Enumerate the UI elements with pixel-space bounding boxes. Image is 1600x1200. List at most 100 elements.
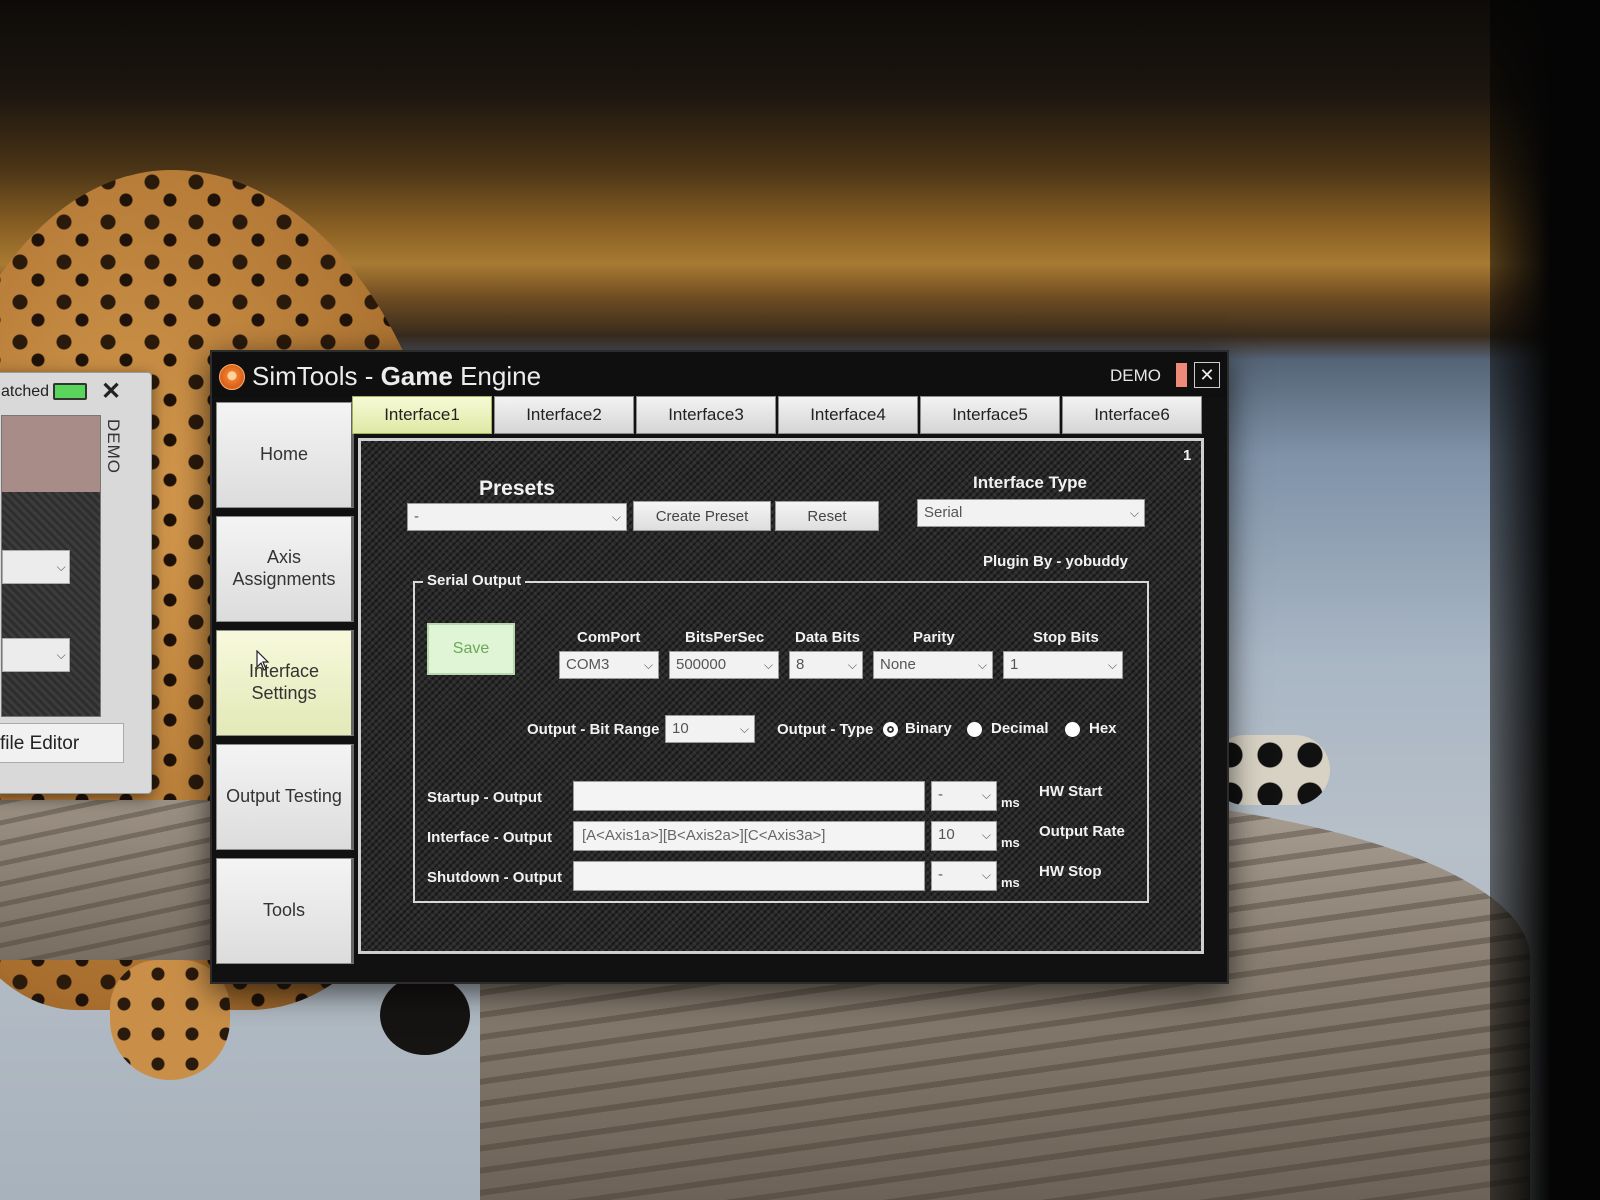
ms-unit: ms [1001,835,1020,850]
title-bar[interactable]: SimTools - Game Engine DEMO ✕ [212,352,1227,398]
interface-output-field[interactable]: [A<Axis1a>][B<Axis2a>][C<Axis3a>] [573,821,925,851]
leopard-tail-end [380,975,470,1055]
startup-output-label: Startup - Output [427,789,542,806]
shutdown-output-label: Shutdown - Output [427,869,562,886]
comport-value: COM3 [566,656,610,673]
chevron-down-icon: ⌵ [977,658,987,672]
demo-indicator [1176,363,1187,387]
tab-interface2[interactable]: Interface2 [494,396,634,434]
shutdown-output-field[interactable] [573,861,925,891]
bitspersec-label: BitsPerSec [685,629,765,646]
chevron-down-icon: ⌵ [981,868,991,882]
output-type-label: Output - Type [777,721,874,738]
data-bits-label: Data Bits [795,629,861,646]
monitor-bezel [1490,0,1600,1200]
data-bits-dropdown[interactable]: 8 ⌵ [789,651,863,679]
comport-dropdown[interactable]: COM3 ⌵ [559,651,659,679]
sidebar-item-axis-assignments[interactable]: Axis Assignments [216,516,354,622]
radio-hex[interactable] [1065,722,1080,737]
simtools-window: SimTools - Game Engine DEMO ✕ Home Axis … [210,350,1229,984]
startup-ms-dropdown[interactable]: - ⌵ [931,781,997,811]
radio-binary-label: Binary [905,720,952,737]
sidebar-item-interface-settings[interactable]: Interface Settings [216,630,354,736]
chevron-down-icon: ⌵ [56,560,69,574]
serial-output-group: Serial Output Save ComPort COM3 ⌵ BitsPe… [413,572,1149,903]
ms-unit: ms [1001,795,1020,810]
sidebar-item-tools[interactable]: Tools [216,858,354,964]
serial-output-title: Serial Output [423,572,526,589]
background-window-panel: ⌵ ⌵ [1,415,101,717]
parity-label: Parity [913,629,955,646]
window-title: SimTools - Game Engine [252,361,542,391]
chevron-down-icon: ⌵ [643,658,653,672]
chevron-down-icon: ⌵ [739,722,749,736]
bitspersec-value: 500000 [676,656,727,673]
tab-interface6[interactable]: Interface6 [1062,396,1202,434]
interface-ms-dropdown[interactable]: 10 ⌵ [931,821,997,851]
hw-start-label: HW Start [1039,783,1103,800]
chevron-down-icon: ⌵ [763,658,773,672]
save-button[interactable]: Save [427,623,515,675]
shutdown-ms-value: - [938,866,943,883]
stop-bits-dropdown[interactable]: 1 ⌵ [1003,651,1123,679]
dropdown[interactable]: ⌵ [2,550,70,584]
presets-value: - [414,508,419,525]
status-led [53,383,87,400]
chevron-down-icon: ⌵ [1107,658,1117,672]
chevron-down-icon: ⌵ [981,828,991,842]
close-button[interactable]: ✕ [1194,362,1220,388]
chevron-down-icon: ⌵ [981,788,991,802]
close-icon[interactable]: ✕ [101,377,121,406]
interface-ms-value: 10 [938,826,955,843]
parity-dropdown[interactable]: None ⌵ [873,651,993,679]
presets-dropdown[interactable]: - ⌵ [407,503,627,531]
hw-stop-label: HW Stop [1039,863,1102,880]
interface-type-label: Interface Type [973,473,1088,492]
chevron-down-icon: ⌵ [847,658,857,672]
presets-label: Presets [479,477,555,500]
demo-label: DEMO [1110,366,1161,385]
tab-interface1[interactable]: Interface1 [352,396,492,434]
chevron-down-icon: ⌵ [56,648,69,662]
tab-interface3[interactable]: Interface3 [636,396,776,434]
plugin-credit: Plugin By - yobuddy [983,553,1128,570]
radio-decimal-label: Decimal [991,720,1049,737]
demo-vertical-label: DEMO [104,419,123,474]
sidebar-item-output-testing[interactable]: Output Testing [216,744,354,850]
chevron-down-icon: ⌵ [611,510,621,524]
chevron-down-icon: ⌵ [1129,506,1139,520]
stop-bits-value: 1 [1010,656,1019,673]
color-swatch[interactable] [2,416,100,492]
interface-type-value: Serial [924,504,963,521]
comport-label: ComPort [577,629,641,646]
mouse-cursor-icon [256,650,270,671]
background-window[interactable]: atched ✕ DEMO ⌵ ⌵ file Editor [0,372,152,794]
app-icon [219,364,245,390]
tab-interface5[interactable]: Interface5 [920,396,1060,434]
radio-binary[interactable] [883,722,898,737]
interface-settings-panel: 1 Presets - ⌵ Create Preset Reset Interf… [358,438,1204,954]
stop-bits-label: Stop Bits [1033,629,1099,646]
startup-output-field[interactable] [573,781,925,811]
background-window-title: atched [1,383,50,400]
ms-unit: ms [1001,875,1020,890]
create-preset-button[interactable]: Create Preset [633,501,771,531]
reset-button[interactable]: Reset [775,501,879,531]
radio-decimal[interactable] [967,722,982,737]
radio-hex-label: Hex [1089,720,1117,737]
bit-range-dropdown[interactable]: 10 ⌵ [665,715,755,743]
dropdown[interactable]: ⌵ [2,638,70,672]
bitspersec-dropdown[interactable]: 500000 ⌵ [669,651,779,679]
bit-range-label: Output - Bit Range [527,721,660,738]
interface-type-dropdown[interactable]: Serial ⌵ [917,499,1145,527]
shutdown-ms-dropdown[interactable]: - ⌵ [931,861,997,891]
tab-interface4[interactable]: Interface4 [778,396,918,434]
data-bits-value: 8 [796,656,805,673]
sidebar-item-home[interactable]: Home [216,402,354,508]
parity-value: None [880,656,916,673]
startup-ms-value: - [938,786,943,803]
interface-number: 1 [1183,447,1192,464]
interface-output-label: Interface - Output [427,829,553,846]
output-rate-label: Output Rate [1039,823,1125,840]
profile-editor-button[interactable]: file Editor [0,723,124,763]
